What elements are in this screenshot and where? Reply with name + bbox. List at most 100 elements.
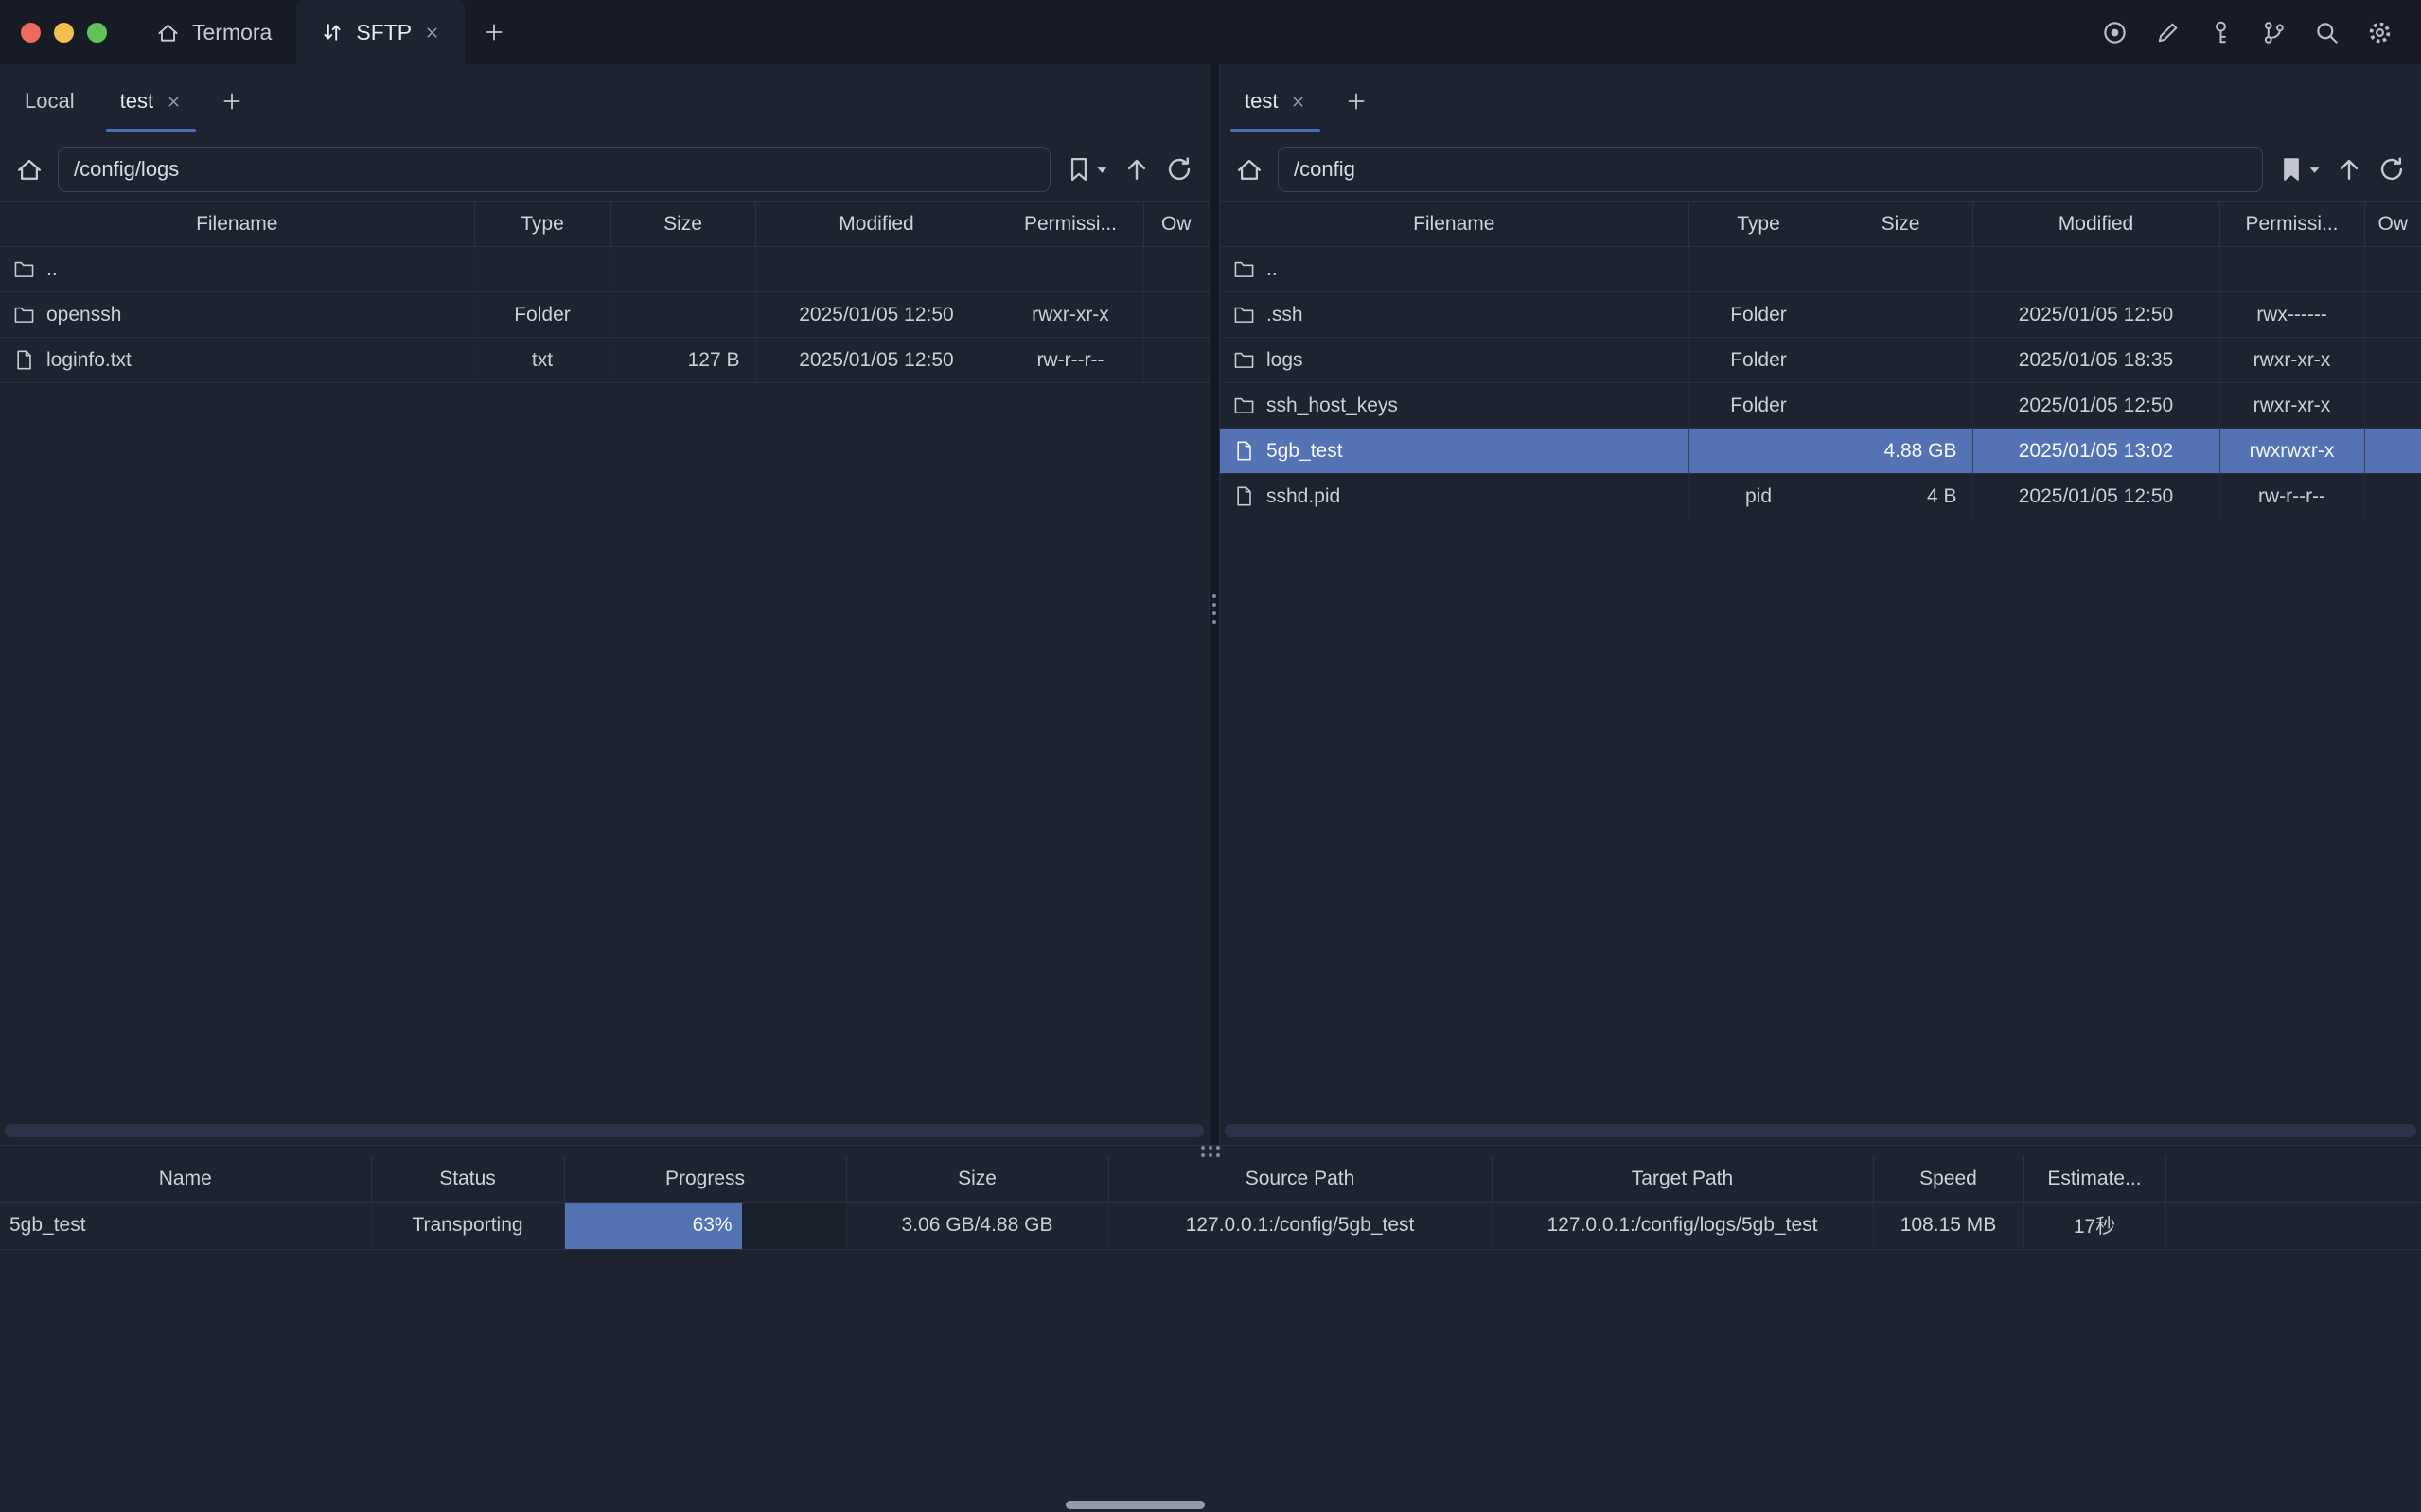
chevron-down-icon[interactable]: [1096, 164, 1108, 176]
pencil-icon[interactable]: [2155, 20, 2181, 45]
file-row[interactable]: .ssh Folder 2025/01/05 12:50 rwx------: [1220, 292, 2421, 338]
new-pane-tab-button[interactable]: [204, 64, 259, 138]
column-header-status[interactable]: Status: [371, 1156, 564, 1202]
file-name: ssh_host_keys: [1266, 395, 1398, 417]
bookmark-icon[interactable]: [2277, 155, 2306, 184]
search-icon[interactable]: [2314, 20, 2340, 45]
column-header-permissions[interactable]: Permissi...: [998, 202, 1143, 247]
parent-directory-button[interactable]: [1122, 155, 1151, 184]
chevron-down-icon[interactable]: [2308, 164, 2321, 176]
pane-tab-test-remote-close-button[interactable]: [1290, 94, 1306, 110]
titlebar-actions: [2102, 0, 2421, 64]
file-name: logs: [1266, 349, 1303, 372]
remote-path-input[interactable]: [1278, 147, 2263, 192]
pane-tab-test-close-button[interactable]: [166, 94, 182, 110]
pane-tab-test[interactable]: test: [97, 64, 204, 138]
window-controls: [0, 0, 132, 64]
arrow-up-icon: [1122, 155, 1151, 184]
file-row[interactable]: loginfo.txt txt 127 B 2025/01/05 12:50 r…: [0, 338, 1209, 383]
local-pathbar: [0, 138, 1209, 201]
tab-sftp[interactable]: SFTP: [296, 0, 465, 64]
remote-pane: test: [1220, 64, 2421, 1145]
new-remote-tab-button[interactable]: [1329, 64, 1384, 138]
parent-directory-button[interactable]: [2335, 155, 2363, 184]
column-header-progress[interactable]: Progress: [564, 1156, 846, 1202]
transfer-icon: [321, 21, 344, 44]
column-header-type[interactable]: Type: [1688, 202, 1829, 247]
progress-label: 63%: [693, 1214, 733, 1237]
record-icon[interactable]: [2102, 20, 2128, 45]
tab-sftp-label: SFTP: [356, 20, 412, 45]
home-icon[interactable]: [15, 155, 44, 184]
file-row-selected[interactable]: 5gb_test 4.88 GB 2025/01/05 13:02 rwxrwx…: [1220, 429, 2421, 474]
close-icon: [1290, 94, 1306, 110]
column-header-modified[interactable]: Modified: [1972, 202, 2219, 247]
folder-icon: [13, 258, 35, 280]
local-file-table: Filename Type Size Modified Permissi... …: [0, 201, 1209, 383]
table-header-row: Filename Type Size Modified Permissi... …: [0, 202, 1209, 247]
column-header-filename[interactable]: Filename: [1220, 202, 1688, 247]
tab-sftp-close-button[interactable]: [424, 25, 440, 41]
file-row[interactable]: openssh Folder 2025/01/05 12:50 rwxr-xr-…: [0, 292, 1209, 338]
column-header-type[interactable]: Type: [474, 202, 610, 247]
column-header-modified[interactable]: Modified: [755, 202, 998, 247]
close-window-button[interactable]: [21, 23, 41, 43]
transfer-estimate: 17秒: [2023, 1202, 2165, 1249]
home-icon[interactable]: [1235, 155, 1264, 184]
file-icon: [13, 349, 35, 371]
column-header-estimate[interactable]: Estimate...: [2023, 1156, 2165, 1202]
refresh-button[interactable]: [1165, 155, 1193, 184]
file-row[interactable]: logs Folder 2025/01/05 18:35 rwxr-xr-x: [1220, 338, 2421, 383]
file-row[interactable]: sshd.pid pid 4 B 2025/01/05 12:50 rw-r--…: [1220, 474, 2421, 519]
bookmark-icon[interactable]: [1065, 155, 1093, 184]
column-header-target-path[interactable]: Target Path: [1492, 1156, 1873, 1202]
new-window-tab-button[interactable]: [465, 0, 523, 64]
transfer-row[interactable]: 5gb_test Transporting 63% 3.06 GB/4.88 G…: [0, 1202, 2421, 1249]
column-header-size[interactable]: Size: [1829, 202, 1972, 247]
horizontal-scrollbar[interactable]: [1225, 1124, 2416, 1137]
transfer-source-path: 127.0.0.1:/config/5gb_test: [1108, 1202, 1492, 1249]
column-header-size[interactable]: Size: [846, 1156, 1108, 1202]
transfer-status: Transporting: [371, 1202, 564, 1249]
pane-tab-local[interactable]: Local: [2, 64, 97, 138]
arrow-up-icon: [2335, 155, 2363, 184]
refresh-button[interactable]: [2377, 155, 2406, 184]
folder-icon: [13, 304, 35, 325]
column-header-owner[interactable]: Ow: [1143, 202, 1209, 247]
file-row[interactable]: ssh_host_keys Folder 2025/01/05 12:50 rw…: [1220, 383, 2421, 429]
file-name: ..: [1266, 258, 1278, 281]
gear-icon[interactable]: [2367, 20, 2393, 45]
file-name: .ssh: [1266, 304, 1303, 326]
column-header-owner[interactable]: Ow: [2364, 202, 2421, 247]
pane-tab-test-label: test: [120, 89, 153, 114]
pane-tab-test-remote[interactable]: test: [1222, 64, 1329, 138]
column-header-speed[interactable]: Speed: [1873, 1156, 2023, 1202]
file-panes: Local test: [0, 64, 2421, 1145]
transfer-panel-splitter[interactable]: [0, 1145, 2421, 1156]
file-row[interactable]: ..: [0, 247, 1209, 292]
column-header-size[interactable]: Size: [610, 202, 755, 247]
file-row[interactable]: ..: [1220, 247, 2421, 292]
file-name: openssh: [46, 304, 121, 326]
column-header-filename[interactable]: Filename: [0, 202, 474, 247]
horizontal-scrollbar[interactable]: [5, 1124, 1204, 1137]
file-icon: [1233, 485, 1255, 507]
column-header-permissions[interactable]: Permissi...: [2219, 202, 2364, 247]
column-header-source-path[interactable]: Source Path: [1108, 1156, 1492, 1202]
pane-tab-test-remote-label: test: [1245, 89, 1278, 114]
zoom-window-button[interactable]: [87, 23, 107, 43]
folder-icon: [1233, 304, 1255, 325]
column-header-name[interactable]: Name: [0, 1156, 371, 1202]
pane-splitter[interactable]: [1209, 64, 1220, 1145]
branch-icon[interactable]: [2261, 20, 2287, 45]
file-name: sshd.pid: [1266, 485, 1340, 508]
transfer-name: 5gb_test: [0, 1202, 371, 1249]
transfer-speed: 108.15 MB: [1873, 1202, 2023, 1249]
tab-termora[interactable]: Termora: [132, 0, 296, 64]
page-horizontal-scrollbar[interactable]: [1066, 1501, 1205, 1509]
close-icon: [166, 94, 182, 110]
key-icon[interactable]: [2208, 20, 2234, 45]
local-path-input[interactable]: [58, 147, 1051, 192]
minimize-window-button[interactable]: [54, 23, 74, 43]
remote-file-table: Filename Type Size Modified Permissi... …: [1220, 201, 2421, 519]
